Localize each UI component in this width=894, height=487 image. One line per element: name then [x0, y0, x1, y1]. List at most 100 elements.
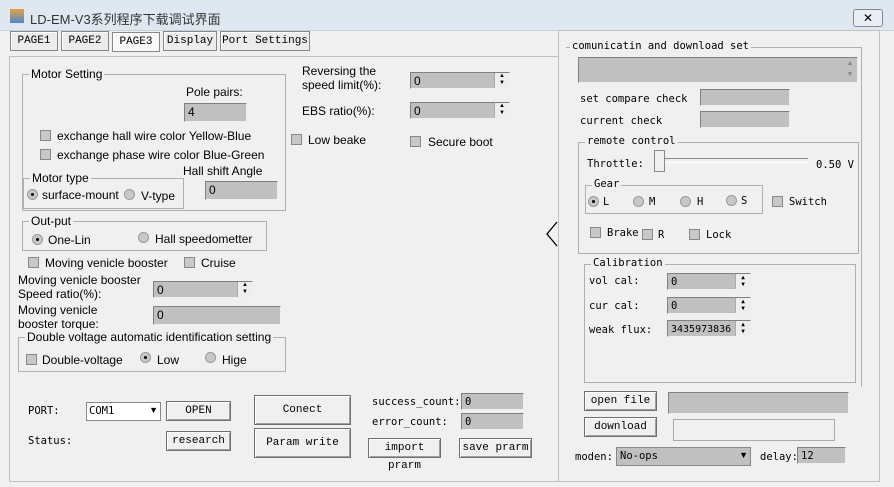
- spinner[interactable]: ▲ ▼: [735, 298, 750, 313]
- gear-m-radio[interactable]: [633, 196, 644, 207]
- weak-flux-input[interactable]: 3435973836 ▲ ▼: [667, 320, 751, 337]
- spinner[interactable]: ▲ ▼: [735, 274, 750, 289]
- port-label: PORT:: [28, 405, 60, 417]
- gear-s-label: S: [741, 195, 748, 207]
- throttle-handle[interactable]: [654, 150, 665, 172]
- double-voltage-group-label: Double voltage automatic identification …: [25, 330, 274, 344]
- lock-checkbox[interactable]: [689, 229, 700, 240]
- current-check-field[interactable]: [700, 111, 790, 128]
- motor-type-label: Motor type: [30, 171, 91, 185]
- open-port-button[interactable]: OPEN: [166, 401, 231, 421]
- calibration-label: Calibration: [591, 257, 665, 269]
- v-type-radio[interactable]: [124, 189, 135, 200]
- switch-checkbox[interactable]: [772, 196, 783, 207]
- ebs-value: 0: [414, 104, 421, 118]
- gear-label: Gear: [592, 178, 622, 190]
- port-select[interactable]: COM1 ▼: [86, 402, 161, 421]
- download-button[interactable]: download: [584, 417, 657, 437]
- param-write-button[interactable]: Param write: [254, 428, 351, 458]
- low-brake-checkbox[interactable]: [291, 134, 302, 145]
- spinner[interactable]: ▲ ▼: [494, 73, 509, 88]
- booster-label: Moving venicle booster: [45, 256, 168, 270]
- gear-s-radio[interactable]: [726, 195, 737, 206]
- hall-swap-label: exchange hall wire color Yellow-Blue: [57, 129, 252, 143]
- collapse-arrow-icon[interactable]: [545, 220, 559, 248]
- download-progress-bar: [673, 419, 835, 441]
- error-count-field: 0: [461, 413, 524, 430]
- chevron-down-icon: ▼: [149, 405, 158, 415]
- booster-torque-input[interactable]: 0: [153, 306, 281, 325]
- low-label: Low: [157, 353, 180, 367]
- vol-cal-input[interactable]: 0 ▲ ▼: [667, 273, 751, 290]
- surface-mount-radio[interactable]: [27, 189, 38, 200]
- moden-select[interactable]: No-ops ▼: [616, 447, 751, 466]
- gear-m-label: M: [649, 196, 656, 208]
- delay-input[interactable]: 12: [797, 447, 846, 464]
- phase-swap-checkbox[interactable]: [40, 149, 51, 160]
- connect-button[interactable]: Conect: [254, 395, 351, 425]
- secure-boot-checkbox[interactable]: [410, 136, 421, 147]
- cur-cal-input[interactable]: 0 ▲ ▼: [667, 297, 751, 314]
- spinner[interactable]: ▲ ▼: [494, 103, 509, 118]
- cruise-checkbox[interactable]: [184, 257, 195, 268]
- reverse-speed-label: Reversing the speed limit(%):: [302, 64, 382, 92]
- weak-flux-value: 3435973836: [671, 324, 732, 335]
- surface-mount-label: surface-mount: [42, 188, 119, 202]
- booster-torque-label: Moving venicle booster torque:: [18, 303, 99, 331]
- spinner[interactable]: ▲ ▼: [237, 282, 252, 297]
- pole-pairs-input[interactable]: 4: [184, 103, 247, 122]
- log-textarea[interactable]: ▲ ▼: [578, 57, 858, 83]
- vol-cal-value: 0: [671, 276, 678, 288]
- one-lin-label: One-Lin: [48, 233, 91, 247]
- phase-swap-label: exchange phase wire color Blue-Green: [57, 148, 265, 162]
- high-label: Hige: [222, 353, 247, 367]
- port-value: COM1: [89, 405, 115, 417]
- scrollbar[interactable]: ▲ ▼: [843, 58, 857, 82]
- current-check-label: current check value: [580, 115, 663, 127]
- comm-group-label: comunicatin and download set: [570, 40, 752, 52]
- low-radio[interactable]: [140, 352, 151, 363]
- booster-speed-label: Moving venicle booster Speed ratio(%):: [18, 273, 141, 301]
- throttle-slider[interactable]: [660, 158, 808, 163]
- close-button[interactable]: ✕: [853, 9, 883, 27]
- brake-checkbox[interactable]: [590, 227, 601, 238]
- compare-check-field[interactable]: [700, 89, 790, 106]
- open-file-button[interactable]: open file: [584, 391, 657, 411]
- hall-angle-input[interactable]: 0: [205, 181, 278, 200]
- tab-display[interactable]: Display: [163, 31, 217, 51]
- spinner[interactable]: ▲ ▼: [735, 321, 750, 336]
- reverse-speed-value: 0: [414, 74, 421, 88]
- booster-checkbox[interactable]: [28, 257, 39, 268]
- hall-speedometer-radio[interactable]: [138, 232, 149, 243]
- ebs-input[interactable]: 0 ▲ ▼: [410, 102, 510, 119]
- reverse-speed-input[interactable]: 0 ▲ ▼: [410, 72, 510, 89]
- import-param-button[interactable]: import prarm: [368, 438, 441, 472]
- success-count-field: 0: [461, 393, 524, 410]
- gear-l-radio[interactable]: [588, 196, 599, 207]
- hall-angle-label: Hall shift Angle: [183, 164, 263, 178]
- low-brake-label: Low beake: [308, 133, 367, 147]
- pole-pairs-label: Pole pairs:: [186, 85, 243, 99]
- tab-port-settings[interactable]: Port Settings: [220, 31, 310, 51]
- delay-label: delay:: [760, 451, 798, 463]
- r-checkbox[interactable]: [642, 229, 653, 240]
- research-button[interactable]: research: [166, 431, 231, 451]
- double-voltage-checkbox[interactable]: [26, 354, 37, 365]
- hall-swap-checkbox[interactable]: [40, 130, 51, 141]
- file-path-field[interactable]: [668, 392, 849, 414]
- booster-speed-input[interactable]: 0 ▲ ▼: [153, 281, 253, 298]
- switch-label: Switch: [789, 196, 827, 208]
- tab-page1[interactable]: PAGE1: [10, 31, 58, 51]
- brake-label: Brake: [607, 227, 639, 239]
- tab-page3[interactable]: PAGE3: [112, 32, 160, 52]
- one-lin-radio[interactable]: [32, 234, 43, 245]
- gear-h-radio[interactable]: [680, 196, 691, 207]
- high-radio[interactable]: [205, 352, 216, 363]
- throttle-label: Throttle:: [587, 158, 644, 170]
- lock-label: Lock: [706, 229, 732, 241]
- status-label: Status:: [28, 435, 73, 447]
- tab-page2[interactable]: PAGE2: [61, 31, 109, 51]
- save-param-button[interactable]: save prarm: [459, 438, 532, 458]
- moden-value: No-ops: [620, 450, 658, 462]
- app-icon: [10, 9, 24, 23]
